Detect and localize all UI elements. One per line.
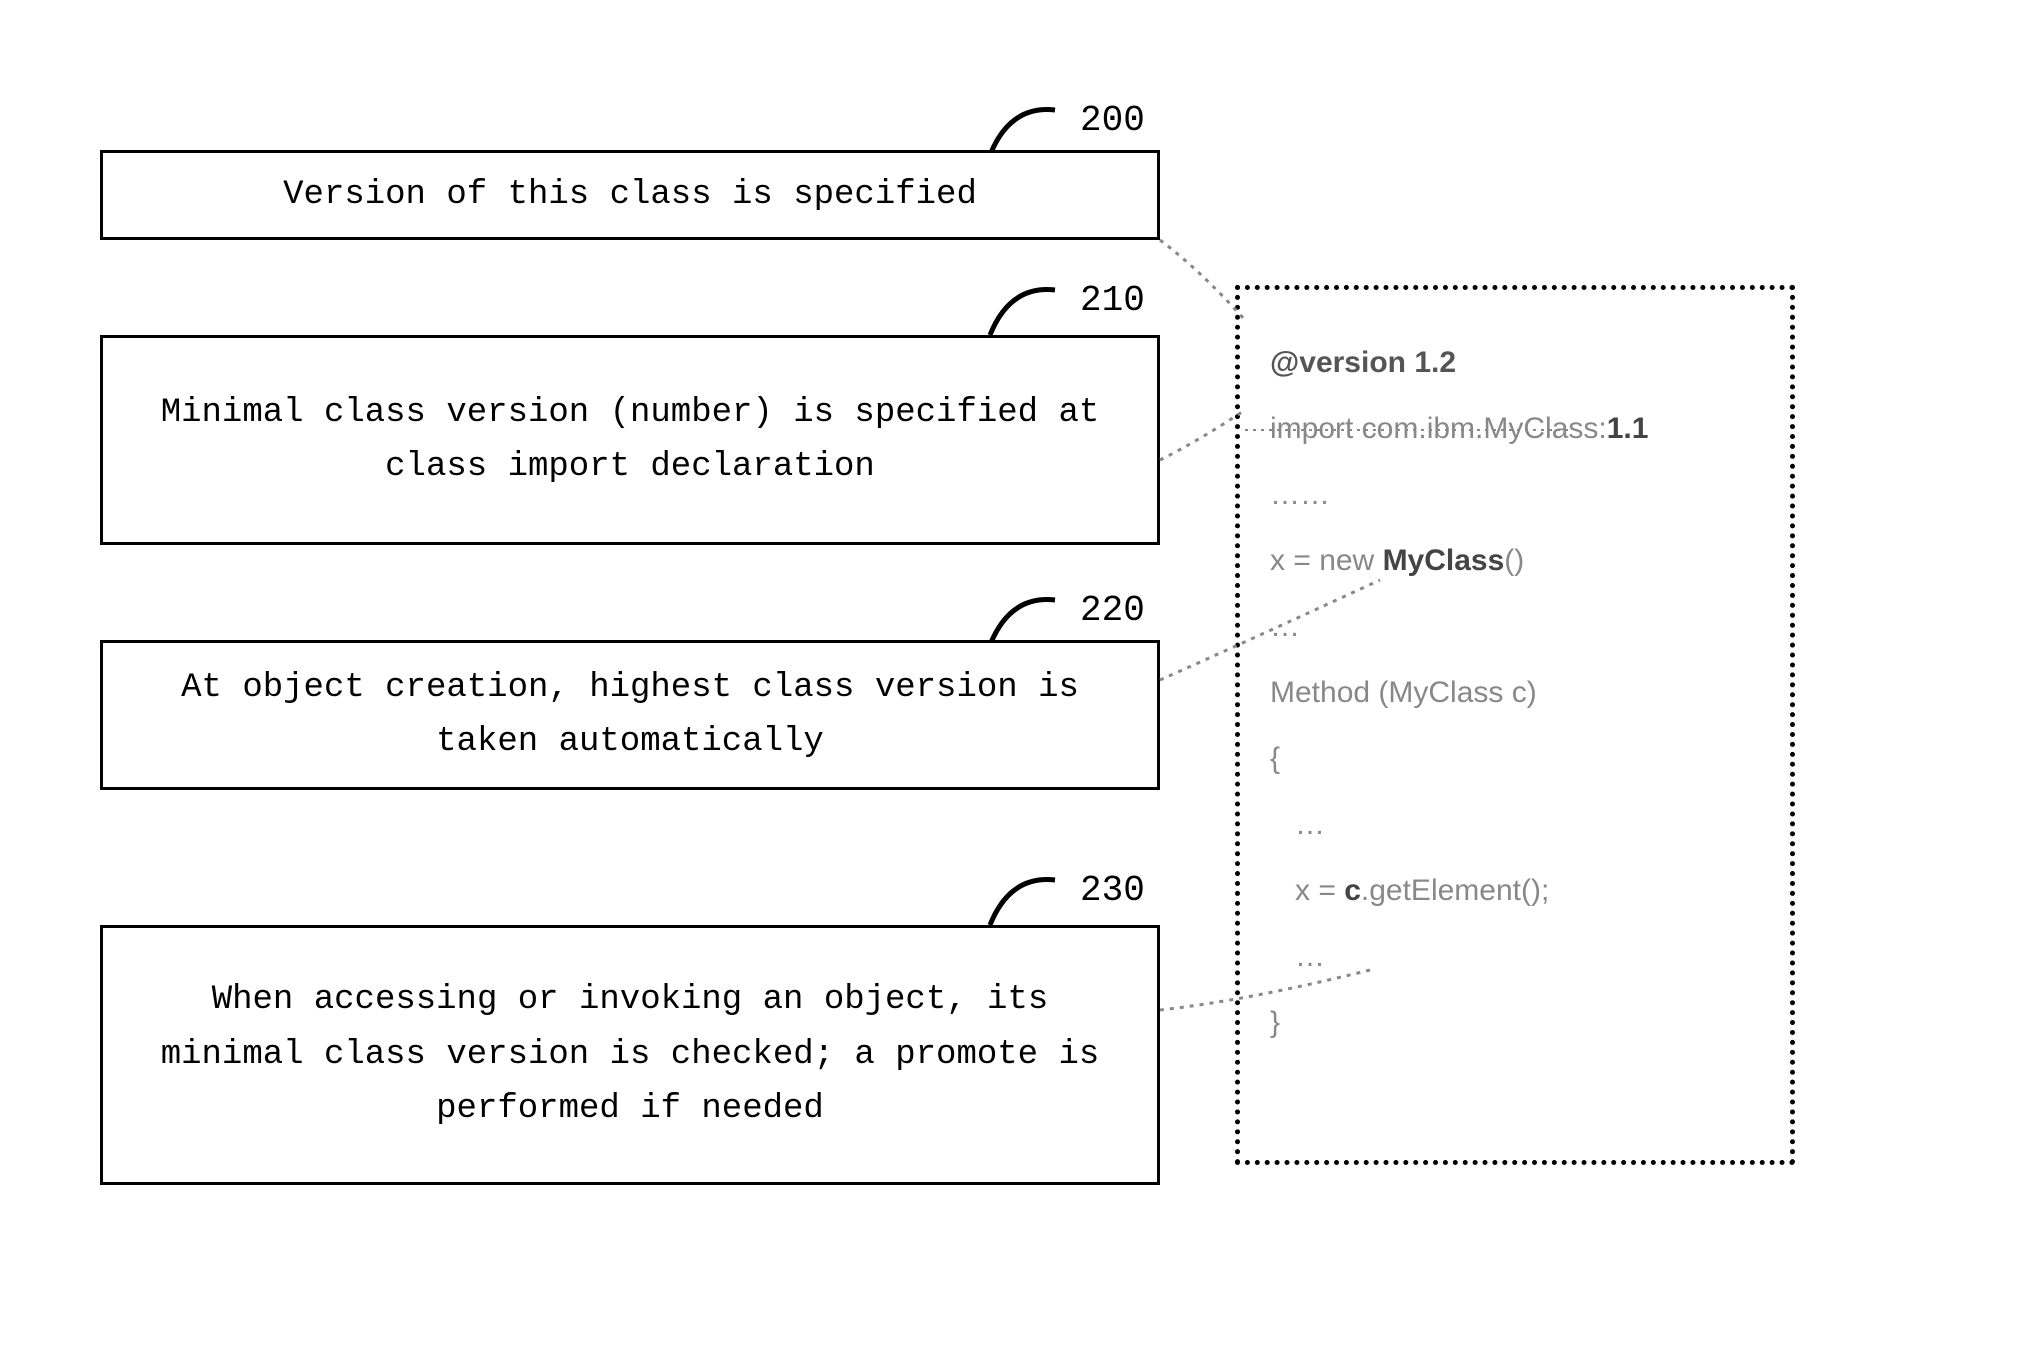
code-line-5: … [1270, 594, 1760, 660]
code-line-7: { [1270, 726, 1760, 792]
label-200: 200 [1080, 100, 1145, 141]
box-220-text: At object creation, highest class versio… [133, 661, 1127, 770]
code-line-9: x = c.getElement(); [1270, 858, 1760, 924]
label-210: 210 [1080, 280, 1145, 321]
code-line-1: @version 1.2 [1270, 330, 1760, 396]
code-line-6: Method (MyClass c) [1270, 660, 1760, 726]
label-230: 230 [1080, 870, 1145, 911]
code-line-2: import com.ibm.MyClass:1.1 [1270, 396, 1760, 462]
code-line-10: … [1270, 924, 1760, 990]
box-210-text: Minimal class version (number) is specif… [133, 386, 1127, 495]
box-200-text: Version of this class is specified [283, 168, 977, 222]
box-200: Version of this class is specified [100, 150, 1160, 240]
label-220: 220 [1080, 590, 1145, 631]
box-220: At object creation, highest class versio… [100, 640, 1160, 790]
code-line-3: …… [1270, 462, 1760, 528]
box-210: Minimal class version (number) is specif… [100, 335, 1160, 545]
code-box: @version 1.2 import com.ibm.MyClass:1.1 … [1235, 285, 1795, 1165]
code-line-11: } [1270, 990, 1760, 1056]
box-230-text: When accessing or invoking an object, it… [133, 973, 1127, 1136]
code-line-8: … [1270, 792, 1760, 858]
code-line-4: x = new MyClass() [1270, 528, 1760, 594]
box-230: When accessing or invoking an object, it… [100, 925, 1160, 1185]
